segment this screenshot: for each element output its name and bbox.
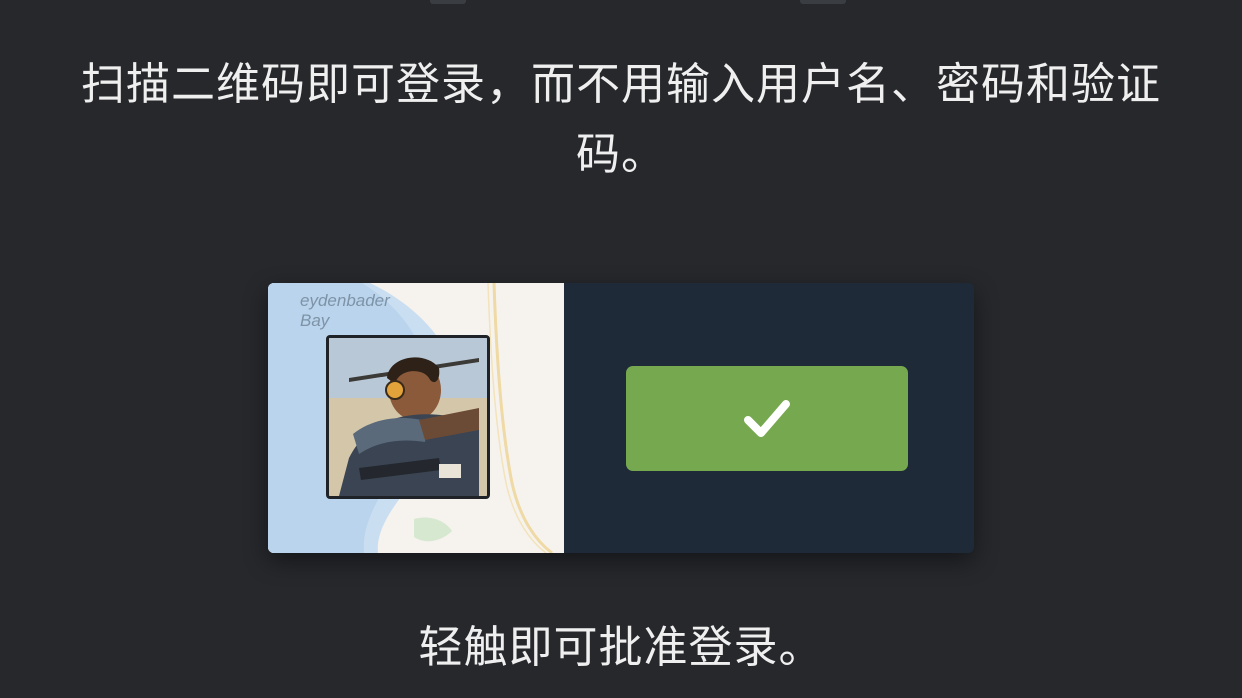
approve-login-button[interactable] [626, 366, 908, 471]
top-edge-element-left [430, 0, 466, 4]
check-icon [744, 399, 790, 437]
game-character-avatar-icon [329, 338, 487, 496]
intro-message: 扫描二维码即可登录，而不用输入用户名、密码和验证码。 [81, 59, 1161, 180]
avatar [326, 335, 490, 499]
map-label: eydenbader Bay [300, 291, 390, 330]
map-preview: eydenbader Bay [268, 283, 564, 553]
top-edge-element-right [800, 0, 846, 4]
login-approval-card: eydenbader Bay [268, 283, 974, 553]
tap-to-approve-message: 轻触即可批准登录。 [418, 622, 824, 673]
